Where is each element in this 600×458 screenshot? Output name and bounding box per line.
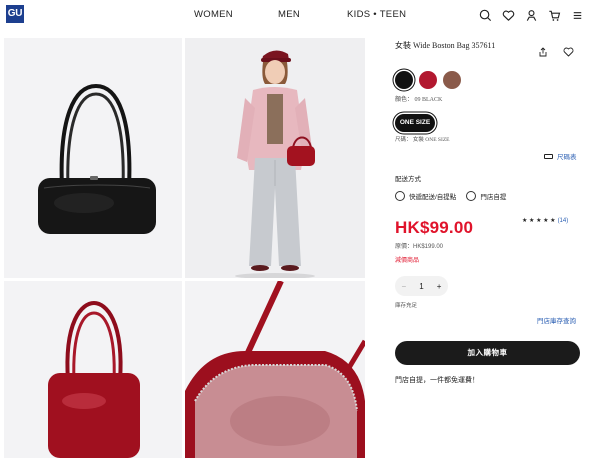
search-icon[interactable] <box>478 8 493 23</box>
product-image-red-bag[interactable] <box>4 281 182 458</box>
selected-size-label: 尺碼： 女裝 ONE SIZE <box>395 137 450 143</box>
qty-increase-button[interactable]: + <box>437 282 442 291</box>
color-swatch-red[interactable] <box>419 71 437 89</box>
product-gallery <box>4 38 366 458</box>
nav-men[interactable]: MEN <box>278 9 300 20</box>
color-swatch-brown[interactable] <box>443 71 461 89</box>
add-to-cart-button[interactable]: 加入購物車 <box>395 341 580 365</box>
color-swatch-black[interactable] <box>395 71 413 89</box>
menu-icon[interactable] <box>570 8 585 23</box>
product-image-model[interactable] <box>185 38 365 278</box>
pickup-note: 門店自提，一件都免運費！ <box>395 377 479 384</box>
original-price: 原價：HK$199.00 <box>395 244 444 250</box>
favorite-icon[interactable] <box>563 44 574 57</box>
product-image-bag-interior[interactable] <box>185 281 365 458</box>
shipping-option-label: 快遞配送/自提點 <box>409 194 457 201</box>
size-chart-link[interactable]: 尺碼表 <box>544 151 577 161</box>
share-icon[interactable] <box>538 44 548 57</box>
shipping-option-store-pickup[interactable]: 門店自提 <box>466 191 506 201</box>
shipping-title: 配送方式 <box>395 176 421 183</box>
gu-logo[interactable]: GU <box>6 5 24 23</box>
store-stock-link[interactable]: 門店庫存查詢 <box>537 315 576 325</box>
header-icons <box>478 7 585 23</box>
user-icon[interactable] <box>524 8 539 23</box>
cart-icon[interactable] <box>547 8 562 23</box>
product-title: 女裝 Wide Boston Bag 357611 <box>395 41 496 50</box>
review-count[interactable]: (14) <box>558 218 569 224</box>
heart-icon[interactable] <box>501 8 516 23</box>
radio-icon[interactable] <box>466 191 477 201</box>
stock-status: 庫存充足 <box>395 303 418 309</box>
color-swatches <box>395 71 461 89</box>
rating-stars: ★ ★ ★ ★ ★ <box>522 218 556 224</box>
radio-icon[interactable] <box>395 191 405 201</box>
product-image-black-bag[interactable] <box>4 38 182 278</box>
selected-color-label: 顏色： 09 BLACK <box>395 97 443 103</box>
size-chart-label: 尺碼表 <box>557 154 577 161</box>
qty-decrease-button[interactable]: − <box>402 282 407 291</box>
promo-badge: 減價商品 <box>395 258 420 264</box>
site-header: GU WOMEN MEN KIDS • TEEN <box>0 0 600 30</box>
quantity-stepper: − 1 + <box>395 276 448 296</box>
sale-price: HK$99.00 <box>395 218 474 237</box>
size-option-one-size[interactable]: ONE SIZE <box>395 114 435 132</box>
rating[interactable]: ★ ★ ★ ★ ★ (14) <box>522 217 568 224</box>
shipping-option-label: 門店自提 <box>480 194 507 201</box>
qty-value: 1 <box>419 281 424 291</box>
nav-kids-teen[interactable]: KIDS • TEEN <box>347 9 406 20</box>
shipping-options: 快遞配送/自提點 門店自提 <box>395 191 506 201</box>
nav-women[interactable]: WOMEN <box>194 9 233 20</box>
ruler-icon <box>544 153 553 159</box>
shipping-option-delivery[interactable]: 快遞配送/自提點 <box>395 191 456 201</box>
